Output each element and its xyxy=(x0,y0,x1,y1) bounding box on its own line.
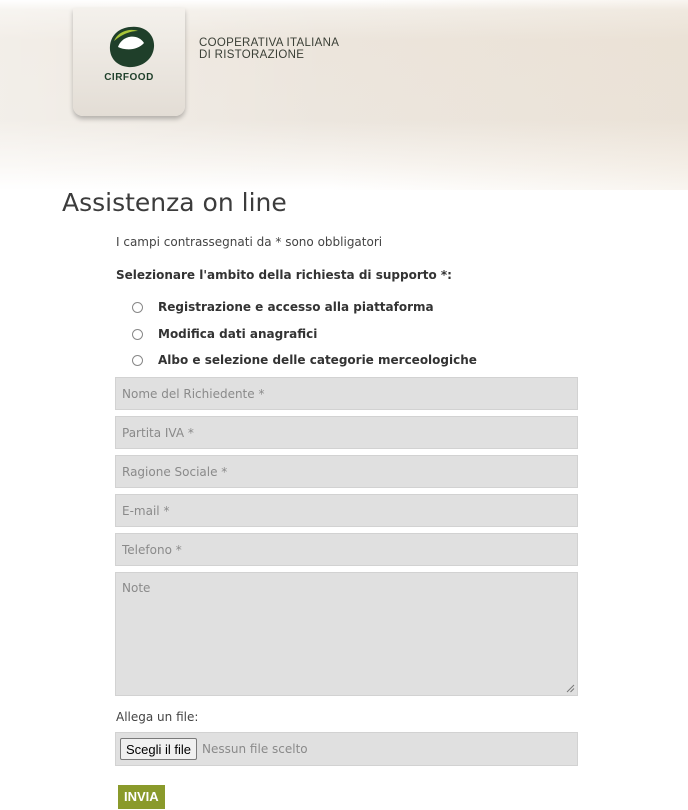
note-field-wrapper xyxy=(115,572,578,696)
email-field-wrapper xyxy=(115,494,578,527)
file-input[interactable]: Scegli il file Nessun file scelto xyxy=(115,732,578,766)
company-tagline: COOPERATIVA ITALIANA DI RISTORAZIONE xyxy=(199,37,339,61)
note-textarea[interactable] xyxy=(116,573,577,695)
required-fields-note: I campi contrassegnati da * sono obbliga… xyxy=(116,235,383,249)
scope-option-label: Registrazione e accesso alla piattaforma xyxy=(158,300,434,314)
scope-option-label: Albo e selezione delle categorie merceol… xyxy=(158,353,477,367)
nome-field-wrapper xyxy=(115,377,578,410)
logo-wordmark: CIRFOOD xyxy=(104,72,154,83)
partita-iva-input[interactable] xyxy=(116,417,577,448)
scope-option-albo[interactable]: Albo e selezione delle categorie merceol… xyxy=(132,352,477,368)
attach-file-label: Allega un file: xyxy=(116,710,199,724)
email-input[interactable] xyxy=(116,495,577,526)
ragione-sociale-field-wrapper xyxy=(115,455,578,488)
choose-file-button[interactable]: Scegli il file xyxy=(120,738,198,760)
file-status-text: Nessun file scelto xyxy=(202,742,308,756)
telefono-field-wrapper xyxy=(115,533,578,566)
radio-button[interactable] xyxy=(132,301,143,313)
cirfood-logo-icon xyxy=(109,26,155,68)
radio-button[interactable] xyxy=(132,328,143,340)
logo-tab[interactable]: CIRFOOD xyxy=(73,8,185,116)
tagline-line-1: COOPERATIVA ITALIANA xyxy=(199,37,340,49)
tagline-line-2: DI RISTORAZIONE xyxy=(199,49,305,61)
resize-handle-icon[interactable] xyxy=(566,684,575,693)
scope-option-anagrafica[interactable]: Modifica dati anagrafici xyxy=(132,326,317,342)
scope-label: Selezionare l'ambito della richiesta di … xyxy=(116,268,452,282)
partita-iva-field-wrapper xyxy=(115,416,578,449)
ragione-sociale-input[interactable] xyxy=(116,456,577,487)
scope-option-registrazione[interactable]: Registrazione e accesso alla piattaforma xyxy=(132,299,434,315)
telefono-input[interactable] xyxy=(116,534,577,565)
submit-button[interactable]: INVIA xyxy=(118,785,165,809)
nome-richiedente-input[interactable] xyxy=(116,378,577,409)
radio-button[interactable] xyxy=(132,354,143,366)
scope-option-label: Modifica dati anagrafici xyxy=(158,327,318,341)
page-title: Assistenza on line xyxy=(62,188,287,217)
